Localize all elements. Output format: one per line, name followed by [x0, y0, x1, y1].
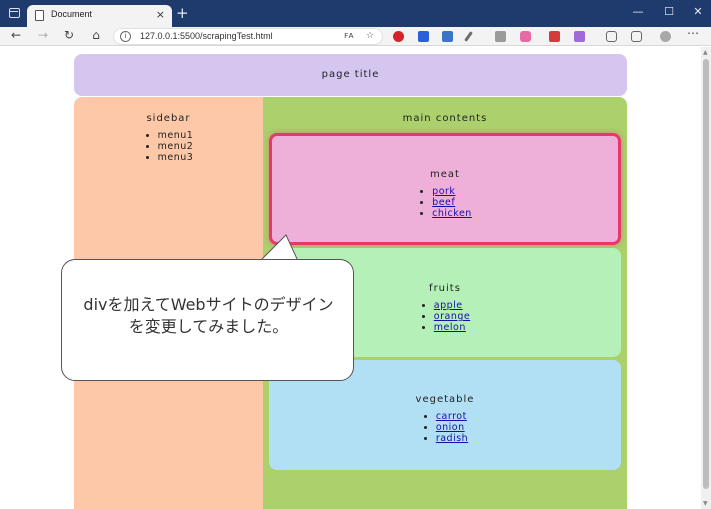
- favorites-icon[interactable]: [606, 31, 617, 42]
- extension-icon[interactable]: [442, 31, 453, 42]
- favorite-icon[interactable]: ☆: [366, 31, 374, 41]
- link-melon[interactable]: melon: [434, 322, 466, 333]
- page-viewport: page title sidebar menu1 menu2 menu3 mai…: [0, 47, 701, 509]
- link-orange[interactable]: orange: [434, 311, 470, 322]
- link-onion[interactable]: onion: [436, 422, 465, 433]
- reload-icon[interactable]: ↻: [61, 28, 77, 42]
- list-item: chicken: [432, 208, 472, 219]
- link-apple[interactable]: apple: [434, 300, 463, 311]
- link-list: pork beef chicken: [418, 186, 472, 219]
- camera-icon[interactable]: [495, 31, 506, 42]
- list-item: pork: [432, 186, 472, 197]
- tab-document[interactable]: Document ×: [27, 5, 172, 27]
- link-chicken[interactable]: chicken: [432, 208, 472, 219]
- back-icon[interactable]: ←: [8, 28, 24, 42]
- list-item: apple: [434, 300, 470, 311]
- scroll-thumb[interactable]: [703, 59, 709, 489]
- callout-bubble: divを加えてWebサイトのデザイン を変更してみました。: [61, 259, 354, 381]
- sidebar-item-menu3: menu3: [158, 152, 194, 163]
- new-tab-button[interactable]: +: [176, 4, 189, 22]
- link-beef[interactable]: beef: [432, 197, 455, 208]
- list-item: orange: [434, 311, 470, 322]
- info-icon[interactable]: i: [120, 31, 131, 42]
- more-icon[interactable]: ⋯: [685, 26, 701, 40]
- list-item: radish: [436, 433, 468, 444]
- page-title: page title: [321, 69, 380, 80]
- section-title: meat: [430, 169, 460, 180]
- minimize-button[interactable]: —: [628, 5, 648, 18]
- pinterest-icon[interactable]: [393, 31, 404, 42]
- link-list: carrot onion radish: [422, 411, 468, 444]
- close-window-button[interactable]: ✕: [688, 5, 708, 18]
- window-icon[interactable]: [9, 8, 20, 18]
- pen-icon[interactable]: [464, 31, 473, 42]
- page-title-box: page title: [74, 54, 627, 96]
- scroll-up-icon[interactable]: ▲: [703, 49, 708, 56]
- page-icon: [35, 10, 44, 21]
- forward-icon[interactable]: →: [35, 28, 51, 42]
- link-carrot[interactable]: carrot: [436, 411, 467, 422]
- vertical-scrollbar[interactable]: ▲ ▼: [701, 47, 711, 509]
- extension-icon[interactable]: [520, 31, 531, 42]
- browser-toolbar: ← → ↻ ⌂ i 127.0.0.1:5500/scrapingTest.ht…: [0, 26, 711, 46]
- home-icon[interactable]: ⌂: [88, 28, 104, 42]
- list-item: onion: [436, 422, 468, 433]
- read-aloud-icon[interactable]: ꜰᴀ: [344, 31, 354, 41]
- list-item: carrot: [436, 411, 468, 422]
- callout-text: divを加えてWebサイトのデザイン を変更してみました。: [62, 294, 355, 338]
- link-list: apple orange melon: [420, 300, 470, 333]
- section-meat: meat pork beef chicken: [269, 133, 621, 245]
- profile-icon[interactable]: [660, 31, 671, 42]
- sidebar-menu: menu1 menu2 menu3: [144, 130, 194, 163]
- list-item: melon: [434, 322, 470, 333]
- list-item: beef: [432, 197, 472, 208]
- maximize-button[interactable]: ☐: [659, 5, 679, 18]
- sidebar-heading: sidebar: [146, 113, 191, 124]
- callout-line-1: divを加えてWebサイトのデザイン: [83, 295, 334, 314]
- link-pork[interactable]: pork: [432, 186, 455, 197]
- sidebar-item-menu1: menu1: [158, 130, 194, 141]
- tab-title: Document: [51, 9, 93, 19]
- collections-icon[interactable]: [631, 31, 642, 42]
- extension-icon[interactable]: [574, 31, 585, 42]
- address-bar[interactable]: i 127.0.0.1:5500/scrapingTest.html ꜰᴀ ☆: [113, 28, 383, 45]
- extension-icon[interactable]: [418, 31, 429, 42]
- sidebar-item-menu2: menu2: [158, 141, 194, 152]
- callout-line-2: を変更してみました。: [128, 317, 289, 336]
- browser-titlebar: Document × + — ☐ ✕: [0, 0, 711, 27]
- main-heading: main contents: [402, 113, 488, 124]
- scroll-down-icon[interactable]: ▼: [703, 500, 708, 507]
- extension-icon[interactable]: [549, 31, 560, 42]
- section-title: vegetable: [415, 394, 475, 405]
- link-radish[interactable]: radish: [436, 433, 468, 444]
- url-text[interactable]: 127.0.0.1:5500/scrapingTest.html: [140, 31, 273, 41]
- tab-close-button[interactable]: ×: [156, 8, 165, 21]
